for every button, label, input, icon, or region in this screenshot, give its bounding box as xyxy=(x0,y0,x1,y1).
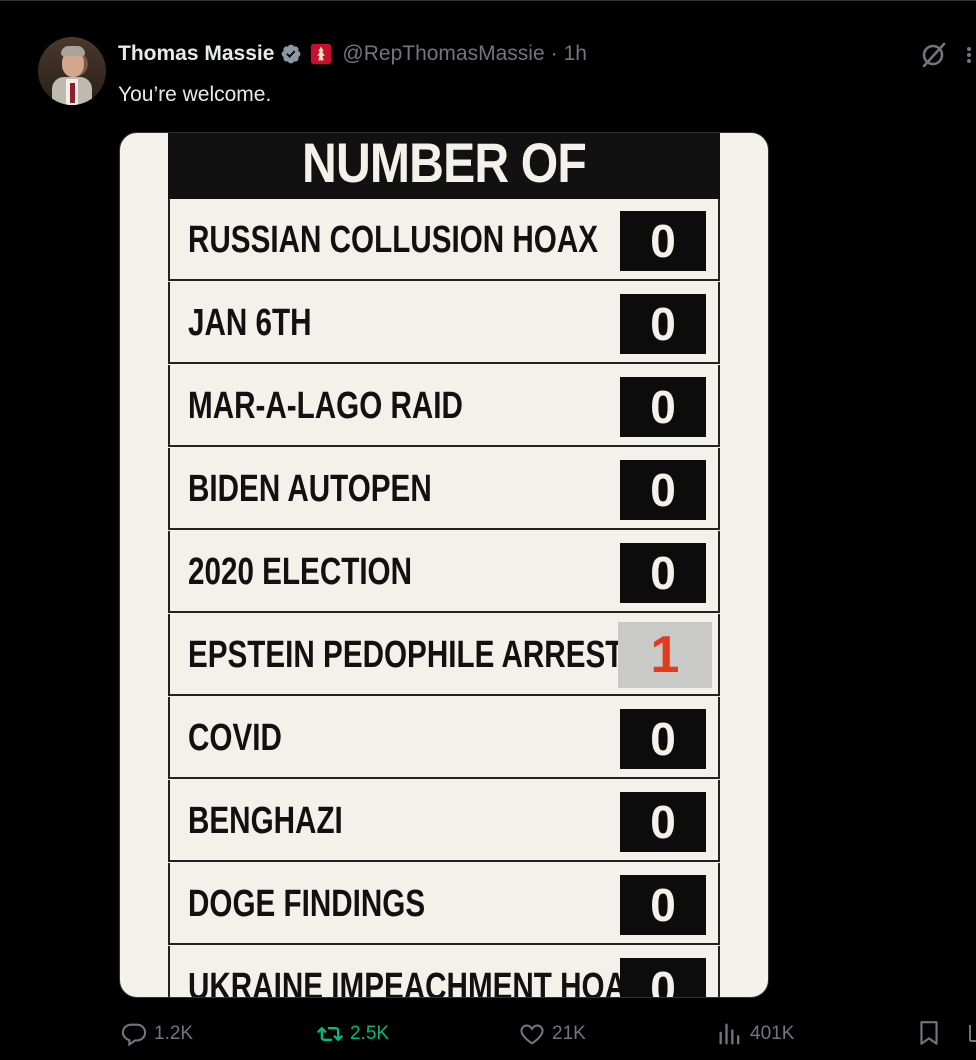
board-row-label: DOGE FINDINGS xyxy=(188,883,426,925)
board-row: COVID 0 xyxy=(168,697,720,779)
reply-count: 1.2K xyxy=(154,1023,194,1044)
share-icon[interactable] xyxy=(966,1019,976,1047)
avatar[interactable] xyxy=(38,37,106,105)
reply-button[interactable]: 1.2K xyxy=(120,1019,193,1049)
heart-icon xyxy=(520,1024,544,1045)
author-handle[interactable]: @RepThomasMassie xyxy=(342,42,544,66)
x-post-page: Thomas Massie @RepThomasMassie · 1h You’… xyxy=(0,0,976,1060)
board-row: EPSTEIN PEDOPHILE ARRESTS 1 xyxy=(168,614,720,696)
board-row-value: 0 xyxy=(620,543,706,603)
avatar-hair xyxy=(61,46,85,56)
board-row-value: 0 xyxy=(620,460,706,520)
board-row-label: JAN 6TH xyxy=(188,302,312,344)
board-row-label: 2020 ELECTION xyxy=(188,551,413,593)
board-row: BIDEN AUTOPEN 0 xyxy=(168,448,720,530)
board-row-value: 0 xyxy=(620,875,706,935)
board-row-value: 0 xyxy=(620,294,706,354)
board-row-value: 0 xyxy=(620,709,706,769)
retweet-icon xyxy=(317,1027,343,1041)
avatar-tie xyxy=(70,83,75,103)
government-affiliation-icon[interactable] xyxy=(310,43,332,65)
views-count: 401K xyxy=(750,1023,795,1044)
board-row-label: RUSSIAN COLLUSION HOAX xyxy=(188,219,599,261)
tweet-media-image[interactable]: NUMBER OF ARRESTS RUSSIAN COLLUSION HOAX… xyxy=(119,132,769,998)
arrests-board: NUMBER OF ARRESTS RUSSIAN COLLUSION HOAX… xyxy=(168,133,720,997)
repost-count: 2.5K xyxy=(350,1023,390,1044)
tweet-header: Thomas Massie @RepThomasMassie · 1h xyxy=(118,39,587,69)
bookmark-icon[interactable] xyxy=(916,1019,942,1047)
tweet[interactable]: Thomas Massie @RepThomasMassie · 1h You’… xyxy=(0,1,976,1060)
board-row: DOGE FINDINGS 0 xyxy=(168,863,720,945)
author-display-name[interactable]: Thomas Massie xyxy=(118,42,274,66)
analytics-icon xyxy=(719,1023,740,1045)
board-row: 2020 ELECTION 0 xyxy=(168,531,720,613)
board-row-label: MAR-A-LAGO RAID xyxy=(188,385,463,427)
verified-badge-icon[interactable] xyxy=(280,43,302,65)
board-row-label: EPSTEIN PEDOPHILE ARRESTS xyxy=(188,634,644,676)
board-row-value: 0 xyxy=(620,377,706,437)
like-count: 21K xyxy=(552,1023,586,1044)
board-row-value: 1 xyxy=(618,622,712,688)
post-timestamp[interactable]: 1h xyxy=(564,42,587,66)
views-button[interactable]: 401K xyxy=(716,1019,794,1049)
reply-icon xyxy=(121,1023,147,1047)
board-row-label: BIDEN AUTOPEN xyxy=(188,468,432,510)
board-row: MAR-A-LAGO RAID 0 xyxy=(168,365,720,447)
board-row: UKRAINE IMPEACHMENT HOAX 0 xyxy=(168,946,720,998)
board-row-label: COVID xyxy=(188,717,282,759)
board-row: BENGHAZI 0 xyxy=(168,780,720,862)
board-row-label: BENGHAZI xyxy=(188,800,343,842)
board-title: NUMBER OF ARRESTS xyxy=(168,133,720,253)
board-row: JAN 6TH 0 xyxy=(168,282,720,364)
repost-button[interactable]: 2.5K xyxy=(316,1019,389,1049)
board-row-value: 0 xyxy=(620,792,706,852)
board-row-value: 0 xyxy=(620,211,706,271)
action-bar: 1.2K 2.5K 21K 401K xyxy=(0,1011,976,1057)
more-icon[interactable] xyxy=(962,45,976,65)
separator-dot: · xyxy=(550,42,558,65)
tweet-text: You’re welcome. xyxy=(118,83,272,106)
board-row-label: UKRAINE IMPEACHMENT HOAX xyxy=(188,966,646,998)
board-row-value: 0 xyxy=(620,958,706,997)
grok-icon[interactable] xyxy=(920,39,948,71)
board-row: RUSSIAN COLLUSION HOAX 0 xyxy=(168,199,720,281)
like-button[interactable]: 21K xyxy=(518,1019,586,1049)
